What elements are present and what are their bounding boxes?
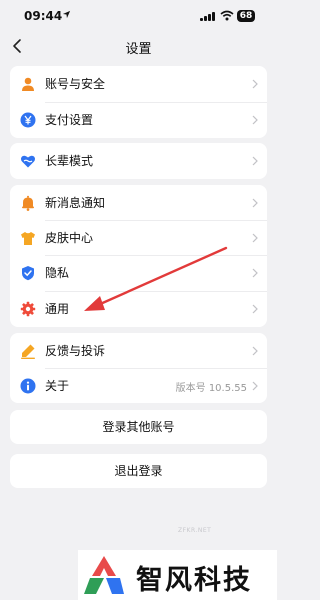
tshirt-icon <box>21 232 35 245</box>
location-arrow-icon <box>62 10 71 19</box>
settings-item-about[interactable]: 关于 版本号 10.5.55 <box>10 368 267 404</box>
settings-item-label: 通用 <box>45 302 70 316</box>
settings-item-elder-mode[interactable]: 长辈模式 <box>10 143 267 179</box>
chevron-right-icon <box>252 304 258 314</box>
bell-icon <box>22 195 34 211</box>
settings-item-feedback[interactable]: 反馈与投诉 <box>10 333 267 369</box>
chevron-right-icon <box>252 346 258 356</box>
switch-account-button[interactable]: 登录其他账号 <box>10 410 267 444</box>
chevron-right-icon <box>252 115 258 125</box>
settings-item-general[interactable]: 通用 <box>10 291 267 327</box>
settings-group-general: 新消息通知 皮肤中心 隐私 通用 <box>10 185 267 327</box>
chevron-right-icon <box>252 233 258 243</box>
chevron-right-icon <box>252 198 258 208</box>
settings-item-label: 反馈与投诉 <box>45 344 106 358</box>
brand-logo: 智风科技 <box>78 550 277 600</box>
settings-item-label: 新消息通知 <box>45 196 106 210</box>
settings-group-account: 账号与安全 支付设置 <box>10 66 267 138</box>
version-number: 版本号 10.5.55 <box>175 383 247 394</box>
brand-logo-icon <box>84 556 124 594</box>
person-icon <box>22 77 34 91</box>
navigation-bar: 设置 <box>0 32 277 62</box>
battery-icon: 68 <box>237 10 255 22</box>
cellular-signal-icon <box>200 12 216 21</box>
settings-item-label: 皮肤中心 <box>45 231 94 245</box>
settings-item-label: 账号与安全 <box>45 77 106 91</box>
logout-button[interactable]: 退出登录 <box>10 454 267 488</box>
settings-item-label: 隐私 <box>45 266 70 280</box>
yuan-coin-icon <box>20 112 36 128</box>
info-icon <box>20 378 36 394</box>
chevron-right-icon <box>252 79 258 89</box>
chevron-right-icon <box>252 268 258 278</box>
chevron-right-icon <box>252 156 258 166</box>
settings-item-notifications[interactable]: 新消息通知 <box>10 185 267 221</box>
settings-item-label: 支付设置 <box>45 113 94 127</box>
settings-item-skin-center[interactable]: 皮肤中心 <box>10 220 267 256</box>
brand-name: 智风科技 <box>136 565 252 596</box>
status-bar: 09:44 68 <box>0 0 277 32</box>
shield-check-icon <box>22 266 34 281</box>
settings-item-payment[interactable]: 支付设置 <box>10 102 267 138</box>
settings-item-account-security[interactable]: 账号与安全 <box>10 66 267 102</box>
watermark-text: ZFKR.NET <box>178 527 212 534</box>
gear-icon <box>20 301 36 317</box>
wifi-icon <box>220 10 234 21</box>
settings-group-about: 反馈与投诉 关于 版本号 10.5.55 <box>10 333 267 403</box>
settings-item-label: 关于 <box>45 379 70 393</box>
pencil-icon <box>21 344 35 359</box>
settings-item-privacy[interactable]: 隐私 <box>10 255 267 291</box>
settings-item-label: 长辈模式 <box>45 154 94 168</box>
settings-group-elder: 长辈模式 <box>10 143 267 179</box>
page-title: 设置 <box>125 42 152 57</box>
heart-elder-icon <box>21 155 35 168</box>
status-time: 09:44 <box>24 9 63 23</box>
chevron-right-icon <box>252 381 258 391</box>
